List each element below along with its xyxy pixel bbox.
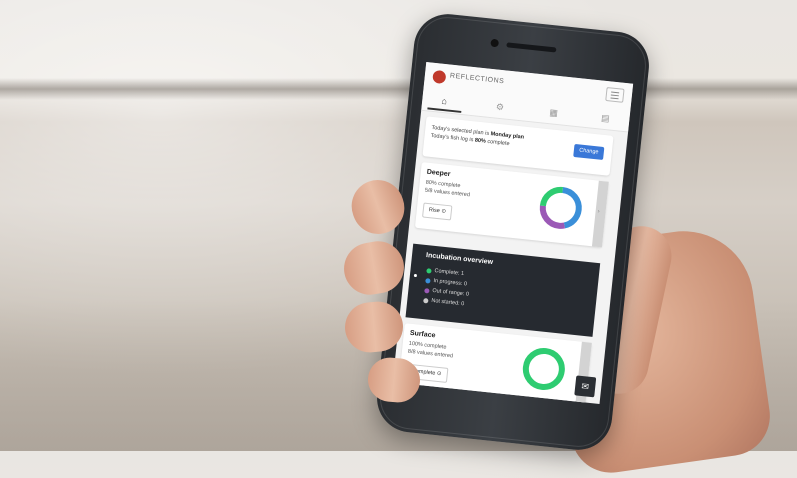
donut-segment-0 [522,347,565,390]
section-action-button[interactable]: Rise ⊙ [422,202,453,221]
progress-donut [539,186,582,229]
status-dot [424,287,430,294]
chat-icon[interactable]: ✉ [574,375,597,398]
app-logo-icon [432,69,447,85]
phone-screen: REFLECTIONS ⌂ ⚙ ▦ ▤ Today's selected pla… [392,62,634,404]
section-title: Deeper [426,168,451,179]
overview-marker [413,273,418,278]
calendar-tab-icon[interactable]: ▦ [545,104,563,122]
section-values: 5/8 values entered [424,187,471,199]
overview-item: Not started: 0 [423,297,465,307]
section-title: Surface [409,329,436,340]
overview-title: Incubation overview [425,252,494,267]
status-dot [425,277,431,284]
change-plan-button[interactable]: Change [573,143,605,161]
progress-donut [522,347,565,390]
overview-item: Out of range: 0 [424,287,469,298]
incubation-overview-panel: Incubation overview Complete: 1 In progr… [405,243,601,337]
overview-item: Complete: 1 [426,267,464,277]
status-dot [423,297,429,304]
plan-text: Today's selected plan is Monday plan Tod… [430,124,525,148]
card-scroll-handle[interactable]: › [591,180,609,248]
records-tab-icon[interactable]: ▤ [597,109,615,127]
section-card-deeper: Deeper 80% complete 5/8 values entered R… [414,162,609,248]
settings-tab-icon[interactable]: ⚙ [491,98,509,116]
status-dot [426,267,432,274]
overview-item: In progress: 0 [425,277,467,287]
horizon-line [0,78,797,100]
menu-button[interactable] [605,86,625,103]
section-values: 8/8 values entered [407,348,454,360]
app-name: REFLECTIONS [449,72,505,86]
home-tab-icon[interactable]: ⌂ [436,92,454,110]
